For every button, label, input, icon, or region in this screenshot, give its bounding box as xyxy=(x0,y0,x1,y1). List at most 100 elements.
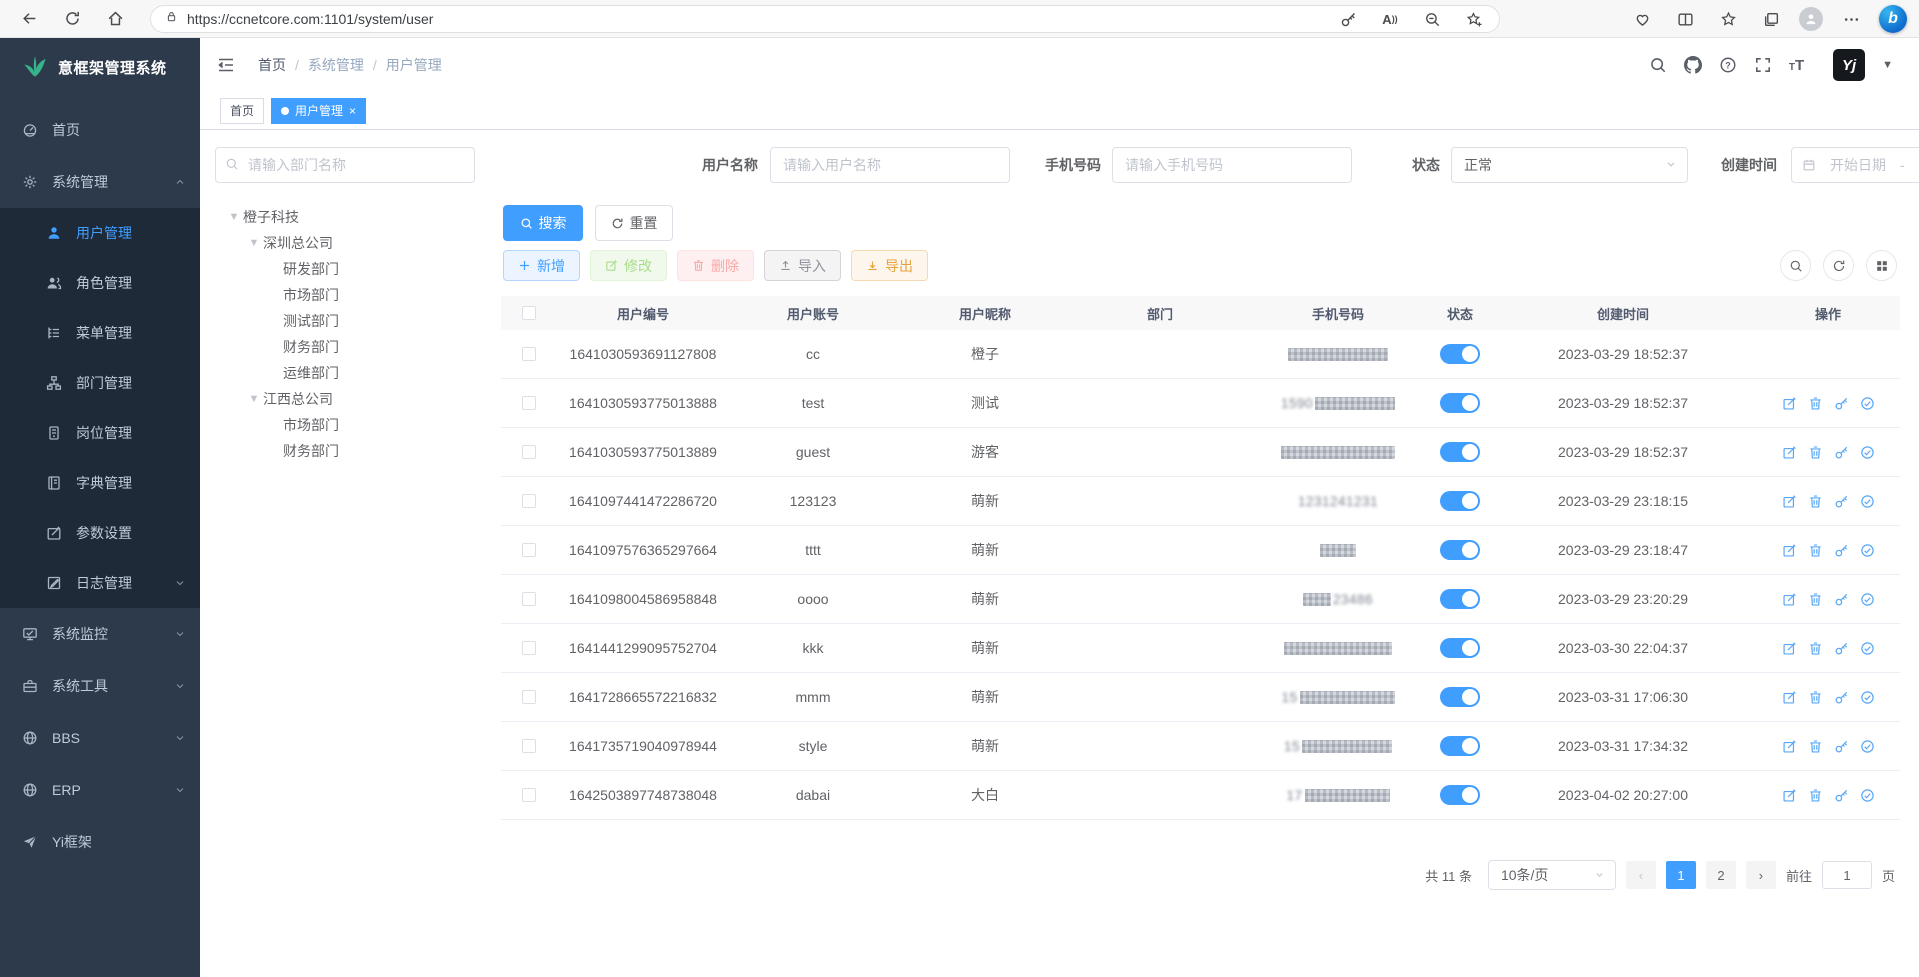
row-edit-icon[interactable] xyxy=(1782,641,1797,656)
sidebar-item-yi-framework[interactable]: Yi框架 xyxy=(0,816,200,868)
status-toggle[interactable] xyxy=(1440,638,1480,658)
row-checkbox[interactable] xyxy=(522,494,536,508)
sidebar-item-user-mgmt[interactable]: 用户管理 xyxy=(0,208,200,258)
collections-icon[interactable] xyxy=(1756,4,1786,34)
search-button[interactable]: 搜索 xyxy=(503,205,583,241)
tab-close-icon[interactable]: × xyxy=(349,105,356,117)
sidebar-item-system-mgmt[interactable]: 系统管理 xyxy=(0,156,200,208)
user-menu-caret-icon[interactable]: ▼ xyxy=(1882,59,1893,71)
row-delete-icon[interactable] xyxy=(1808,788,1823,803)
row-delete-icon[interactable] xyxy=(1808,445,1823,460)
date-range-picker[interactable]: 开始日期 - 结束日期 xyxy=(1791,147,1919,183)
row-edit-icon[interactable] xyxy=(1782,396,1797,411)
sidebar-collapse-icon[interactable] xyxy=(216,55,236,75)
row-assign-role-icon[interactable] xyxy=(1860,592,1875,607)
github-icon[interactable] xyxy=(1684,56,1702,74)
row-edit-icon[interactable] xyxy=(1782,690,1797,705)
username-input[interactable] xyxy=(770,147,1010,183)
export-button[interactable]: 导出 xyxy=(851,250,928,281)
row-delete-icon[interactable] xyxy=(1808,641,1823,656)
row-reset-password-icon[interactable] xyxy=(1834,494,1849,509)
edit-button[interactable]: 修改 xyxy=(590,250,667,281)
row-checkbox[interactable] xyxy=(522,445,536,459)
sidebar-item-bbs[interactable]: BBS xyxy=(0,712,200,764)
sidebar-item-role-mgmt[interactable]: 角色管理 xyxy=(0,258,200,308)
row-reset-password-icon[interactable] xyxy=(1834,396,1849,411)
tree-node[interactable]: ▼深圳总公司 xyxy=(215,230,495,256)
row-assign-role-icon[interactable] xyxy=(1860,739,1875,754)
row-checkbox[interactable] xyxy=(522,347,536,361)
row-delete-icon[interactable] xyxy=(1808,690,1823,705)
row-reset-password-icon[interactable] xyxy=(1834,445,1849,460)
zoom-out-icon[interactable] xyxy=(1417,4,1447,34)
add-button[interactable]: 新增 xyxy=(503,250,580,281)
column-settings-icon[interactable] xyxy=(1866,250,1897,281)
reset-button[interactable]: 重置 xyxy=(595,205,673,241)
status-toggle[interactable] xyxy=(1440,589,1480,609)
next-page-button[interactable]: › xyxy=(1746,861,1776,889)
row-reset-password-icon[interactable] xyxy=(1834,788,1849,803)
row-edit-icon[interactable] xyxy=(1782,445,1797,460)
row-reset-password-icon[interactable] xyxy=(1834,543,1849,558)
row-checkbox[interactable] xyxy=(522,396,536,410)
row-reset-password-icon[interactable] xyxy=(1834,641,1849,656)
tree-node[interactable]: 研发部门 xyxy=(215,256,495,282)
row-delete-icon[interactable] xyxy=(1808,494,1823,509)
row-assign-role-icon[interactable] xyxy=(1860,788,1875,803)
row-assign-role-icon[interactable] xyxy=(1860,396,1875,411)
select-all-checkbox[interactable] xyxy=(522,306,536,320)
delete-button[interactable]: 删除 xyxy=(677,250,754,281)
app-logo[interactable]: 意框架管理系统 xyxy=(0,38,200,96)
dept-search-input[interactable] xyxy=(215,147,475,183)
help-icon[interactable]: ? xyxy=(1719,56,1737,74)
page-button-1[interactable]: 1 xyxy=(1666,861,1696,889)
sidebar-item-home[interactable]: 首页 xyxy=(0,104,200,156)
tree-node[interactable]: 财务部门 xyxy=(215,334,495,360)
browser-refresh-icon[interactable] xyxy=(57,4,87,34)
caret-down-icon[interactable]: ▼ xyxy=(245,393,263,405)
status-toggle[interactable] xyxy=(1440,442,1480,462)
breadcrumb-home[interactable]: 首页 xyxy=(258,55,286,75)
row-checkbox[interactable] xyxy=(522,641,536,655)
tab-user-mgmt[interactable]: 用户管理 × xyxy=(271,98,366,124)
header-search-icon[interactable] xyxy=(1649,56,1667,74)
sidebar-item-system-monitor[interactable]: 系统监控 xyxy=(0,608,200,660)
tree-node[interactable]: 市场部门 xyxy=(215,412,495,438)
row-checkbox[interactable] xyxy=(522,592,536,606)
browser-back-icon[interactable] xyxy=(14,4,44,34)
phone-input[interactable] xyxy=(1112,147,1352,183)
address-bar[interactable]: https://ccnetcore.com:1101/system/user A… xyxy=(150,5,1500,33)
add-favorite-star-icon[interactable] xyxy=(1459,4,1489,34)
row-edit-icon[interactable] xyxy=(1782,592,1797,607)
tab-home[interactable]: 首页 xyxy=(220,98,264,124)
favorites-icon[interactable] xyxy=(1713,4,1743,34)
import-button[interactable]: 导入 xyxy=(764,250,841,281)
caret-down-icon[interactable]: ▼ xyxy=(225,211,243,223)
page-button-2[interactable]: 2 xyxy=(1706,861,1736,889)
sidebar-item-system-tools[interactable]: 系统工具 xyxy=(0,660,200,712)
row-checkbox[interactable] xyxy=(522,739,536,753)
sidebar-item-dict-mgmt[interactable]: 字典管理 xyxy=(0,458,200,508)
row-delete-icon[interactable] xyxy=(1808,396,1823,411)
tree-node[interactable]: 市场部门 xyxy=(215,282,495,308)
status-toggle[interactable] xyxy=(1440,393,1480,413)
status-toggle[interactable] xyxy=(1440,491,1480,511)
row-edit-icon[interactable] xyxy=(1782,739,1797,754)
row-reset-password-icon[interactable] xyxy=(1834,739,1849,754)
browser-home-icon[interactable] xyxy=(100,4,130,34)
sidebar-item-log-mgmt[interactable]: 日志管理 xyxy=(0,558,200,608)
tree-node[interactable]: 运维部门 xyxy=(215,360,495,386)
font-size-icon[interactable]: TT xyxy=(1789,57,1804,74)
row-assign-role-icon[interactable] xyxy=(1860,641,1875,656)
status-toggle[interactable] xyxy=(1440,736,1480,756)
status-select[interactable]: 正常 xyxy=(1451,147,1688,183)
row-edit-icon[interactable] xyxy=(1782,494,1797,509)
split-screen-icon[interactable] xyxy=(1670,4,1700,34)
row-reset-password-icon[interactable] xyxy=(1834,690,1849,705)
row-edit-icon[interactable] xyxy=(1782,543,1797,558)
table-refresh-icon[interactable] xyxy=(1823,250,1854,281)
sidebar-item-dept-mgmt[interactable]: 部门管理 xyxy=(0,358,200,408)
breadcrumb-system[interactable]: 系统管理 xyxy=(308,55,364,75)
tree-node[interactable]: ▼橙子科技 xyxy=(215,204,495,230)
sidebar-item-param-settings[interactable]: 参数设置 xyxy=(0,508,200,558)
